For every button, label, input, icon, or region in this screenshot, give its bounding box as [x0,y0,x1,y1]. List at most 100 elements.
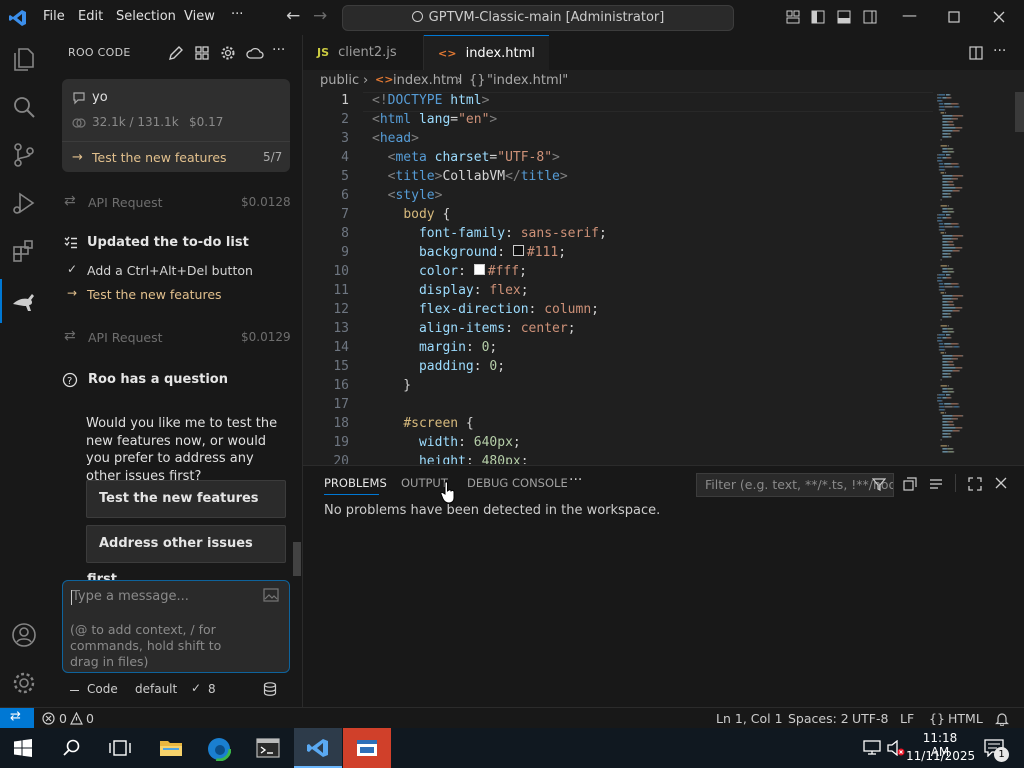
code-line[interactable]: padding: 0; [372,359,505,374]
maximize-panel-icon[interactable] [968,477,982,491]
add-image-icon[interactable] [263,588,279,602]
settings-gear-icon[interactable] [220,45,236,61]
code-line[interactable]: <html lang="en"> [372,112,497,127]
manage-gear-icon[interactable] [10,669,38,697]
taskbar-search-icon[interactable] [63,739,81,757]
suggestion-button-address[interactable]: Address other issues first [86,525,286,587]
editor-scrollbar[interactable] [1015,92,1024,464]
code-editor[interactable]: 1 <!DOCTYPE html> 2 <html lang="en"> 3 <head>… [303,92,933,464]
view-as-list-icon[interactable] [929,477,943,491]
breadcrumb-symbol[interactable]: "index.html" [487,73,568,88]
code-line[interactable]: <head> [372,131,419,146]
terminal-icon[interactable] [256,738,280,758]
breadcrumb-folder[interactable]: public [320,73,359,88]
roo-code-kangaroo-icon[interactable] [10,287,38,315]
current-task-card[interactable]: yo 32.1k / 131.1k $0.17 → Test the new f… [62,79,290,172]
code-line[interactable]: <style> [372,188,443,203]
code-line[interactable]: align-items: center; [372,321,576,336]
app-taskbar-button[interactable] [343,728,391,768]
notifications-bell-icon[interactable] [995,711,1009,726]
toggle-panel-icon[interactable] [837,10,851,24]
split-editor-icon[interactable] [969,46,983,60]
search-view-icon[interactable] [10,93,38,121]
code-line[interactable]: width: 640px; [372,435,521,450]
minimize-icon[interactable]: — [902,6,917,24]
volume-muted-icon[interactable] [887,740,905,756]
close-panel-icon[interactable] [995,477,1007,489]
end-of-line[interactable]: LF [900,711,914,726]
code-line[interactable]: #screen { [372,416,473,431]
color-swatch[interactable] [473,264,485,275]
code-line[interactable]: height: 480px; [372,454,529,464]
editor-scrollbar-thumb[interactable] [1015,92,1024,132]
remote-indicator[interactable]: ⇄ [0,708,34,729]
indentation[interactable]: Spaces: 2 [788,711,849,726]
mode-selector[interactable]: Code [87,682,118,696]
cursor-position[interactable]: Ln 1, Col 1 [716,711,783,726]
code-line[interactable]: margin: 0; [372,340,497,355]
database-icon[interactable] [262,681,278,697]
menu-view[interactable]: View [184,9,215,24]
chat-input-box[interactable]: Type a message... (@ to add context, / f… [62,580,290,673]
toggle-primary-sidebar-icon[interactable] [811,10,825,24]
clock-date[interactable]: 11/11/2025 [906,749,975,763]
code-line[interactable]: display: flex; [372,283,529,298]
panel-more-icon[interactable]: ··· [569,472,582,488]
warning-count[interactable]: 0 [86,711,94,726]
api-profile-selector[interactable]: default [135,682,177,696]
menu-more-icon[interactable]: ··· [231,7,243,22]
menu-file[interactable]: File [43,9,65,24]
more-actions-icon[interactable]: ··· [272,42,285,58]
filter-funnel-icon[interactable] [872,477,886,491]
editor-more-icon[interactable]: ··· [993,43,1006,59]
breadcrumb-file[interactable]: index.html [393,73,462,88]
source-control-icon[interactable] [10,141,38,169]
chat-input[interactable]: Type a message... [72,589,189,604]
tab-client2-js[interactable]: JS client2.js [303,35,424,70]
pencil-new-task-icon[interactable] [168,45,184,61]
command-center[interactable]: GPTVM-Classic-main [Administrator] [342,5,734,31]
tab-debug-console[interactable]: DEBUG CONSOLE [467,476,568,490]
auto-approve-count[interactable]: 8 [208,682,216,696]
file-explorer-icon[interactable] [159,738,183,758]
tab-problems[interactable]: PROBLEMS [324,476,387,490]
color-swatch[interactable] [512,245,524,256]
api-request-label[interactable]: API Request [88,330,163,345]
customize-layout-icon[interactable] [786,10,800,24]
back-arrow-icon[interactable]: ← [286,6,300,26]
warning-icon[interactable] [70,712,83,725]
code-line[interactable]: <meta charset="UTF-8"> [372,150,560,165]
windows-start-icon[interactable] [14,739,32,757]
toggle-secondary-sidebar-icon[interactable] [863,10,877,24]
menu-selection[interactable]: Selection [116,9,176,24]
mcp-servers-icon[interactable] [194,45,210,61]
code-line[interactable]: } [372,378,411,393]
code-line[interactable]: <title>CollabVM</title> [372,169,568,184]
sidebar-scrollbar[interactable] [293,542,301,576]
task-view-icon[interactable] [109,739,131,757]
forward-arrow-icon[interactable]: → [313,6,327,26]
accounts-icon[interactable] [10,621,38,649]
cloud-icon[interactable] [246,46,264,60]
suggestion-button-test[interactable]: Test the new features [86,480,286,518]
minimap[interactable] [935,92,1015,464]
code-line[interactable]: background: #111; [372,245,566,260]
close-window-icon[interactable] [993,11,1005,23]
menu-edit[interactable]: Edit [78,9,103,24]
code-line[interactable]: body { [372,207,450,222]
network-icon[interactable] [863,740,881,755]
edge-browser-icon[interactable] [207,737,231,761]
encoding[interactable]: UTF-8 [852,711,888,726]
extensions-icon[interactable] [10,237,38,265]
tab-index-html[interactable]: <> index.html ✕ [424,35,549,96]
collapse-all-icon[interactable] [903,477,917,491]
maximize-icon[interactable] [948,11,960,23]
code-line[interactable]: flex-direction: column; [372,302,599,317]
code-line[interactable]: color: #fff; [372,264,527,279]
explorer-icon[interactable] [10,45,38,73]
api-request-label[interactable]: API Request [88,195,163,210]
error-count[interactable]: 0 [59,711,67,726]
problems-filter-input[interactable]: Filter (e.g. text, **/*.ts, !**/node_mod… [696,473,894,497]
code-line[interactable]: font-family: sans-serif; [372,226,607,241]
run-debug-icon[interactable] [10,189,38,217]
